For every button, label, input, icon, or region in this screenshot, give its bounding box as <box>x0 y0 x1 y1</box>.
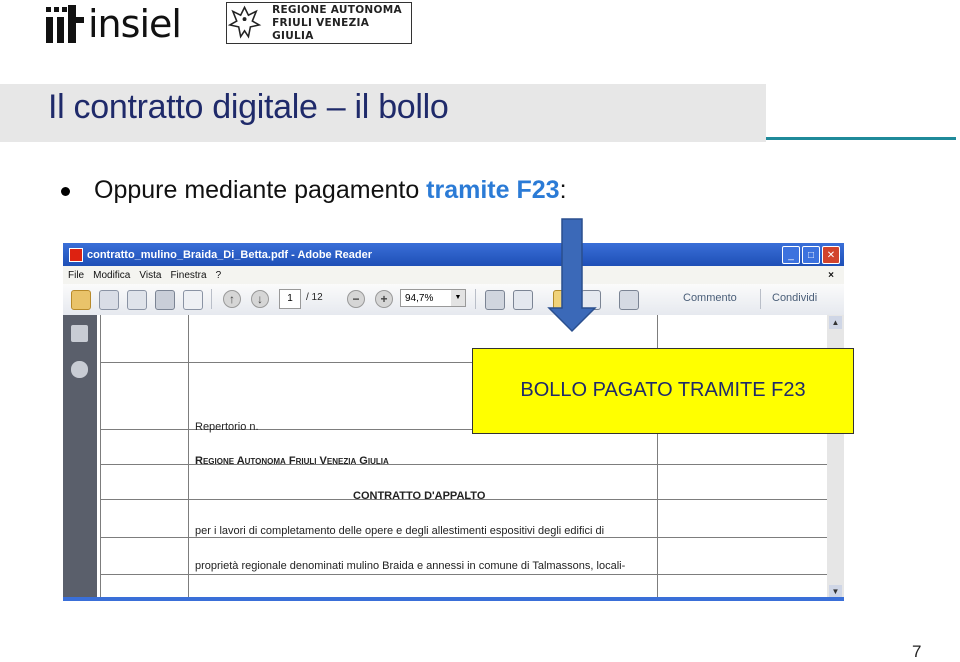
eagle-emblem-icon <box>227 5 262 39</box>
bollo-callout: BOLLO PAGATO TRAMITE F23 <box>472 348 854 434</box>
regione-logo-line1: REGIONE AUTONOMA <box>272 3 402 16</box>
reader-toolbar: ↑ ↓ 1 / 12 − + 94,7% ▼ Commento Condividi <box>63 284 844 316</box>
fit-width-icon[interactable] <box>513 290 533 310</box>
next-page-icon[interactable]: ↓ <box>251 290 269 308</box>
navigation-panel <box>63 315 97 601</box>
minimize-icon[interactable]: _ <box>782 246 800 264</box>
scroll-up-icon[interactable]: ▲ <box>829 316 842 329</box>
doc-contratto: CONTRATTO D'APPALTO <box>353 490 486 502</box>
chevron-down-icon[interactable]: ▼ <box>451 290 465 306</box>
insiel-wordmark: insiel <box>88 2 182 46</box>
reader-window-title: contratto_mulino_Braida_Di_Betta.pdf - A… <box>87 248 373 261</box>
doc-repertorio: Repertorio n. <box>195 421 259 433</box>
bullet-dot-icon <box>61 187 70 196</box>
zoom-level-value: 94,7% <box>405 293 434 304</box>
reader-titlebar: contratto_mulino_Braida_Di_Betta.pdf - A… <box>63 243 844 266</box>
bullet-prefix: Oppure mediante pagamento <box>94 176 427 204</box>
zoom-level-select[interactable]: 94,7% ▼ <box>400 289 466 307</box>
share-panel-link[interactable]: Condividi <box>772 292 817 304</box>
doc-line-1: per i lavori di completamento delle oper… <box>195 525 605 537</box>
regione-fvg-logo: REGIONE AUTONOMA FRIULI VENEZIA GIULIA <box>226 2 412 44</box>
title-accent-rule <box>766 137 956 140</box>
zoom-out-icon[interactable]: − <box>347 290 365 308</box>
document-close-icon[interactable]: × <box>828 270 834 281</box>
slide-page-number: 7 <box>912 642 922 661</box>
expand-icon[interactable] <box>619 290 639 310</box>
reader-menubar: File Modifica Vista Finestra ? × <box>63 266 844 284</box>
menu-vista[interactable]: Vista <box>139 270 161 281</box>
menu-modifica[interactable]: Modifica <box>93 270 130 281</box>
page-number-input[interactable]: 1 <box>279 289 301 309</box>
comment-panel-link[interactable]: Commento <box>683 292 737 304</box>
menu-help[interactable]: ? <box>216 270 222 281</box>
previous-page-icon[interactable]: ↑ <box>223 290 241 308</box>
pdf-file-icon <box>69 247 83 262</box>
close-icon[interactable]: ✕ <box>822 246 840 264</box>
slide-title: Il contratto digitale – il bollo <box>48 88 449 126</box>
page-thumbnails-icon[interactable] <box>71 325 88 342</box>
attachments-icon[interactable] <box>71 361 88 378</box>
page-total: / 12 <box>306 292 323 303</box>
down-arrow-icon <box>547 218 597 333</box>
menu-finestra[interactable]: Finestra <box>170 270 206 281</box>
menu-file[interactable]: File <box>68 270 84 281</box>
fit-page-icon[interactable] <box>485 290 505 310</box>
maximize-icon[interactable]: □ <box>802 246 820 264</box>
print-icon[interactable] <box>155 290 175 310</box>
insiel-logo: insiel <box>44 2 182 46</box>
open-icon[interactable] <box>99 290 119 310</box>
reader-bottom-edge <box>63 597 844 601</box>
email-icon[interactable] <box>183 290 203 310</box>
bullet-highlight: tramite F23 <box>426 176 560 204</box>
insiel-mark-icon <box>44 5 86 43</box>
doc-line-2: proprietà regionale denominati mulino Br… <box>195 560 626 572</box>
bullet-text: Oppure mediante pagamento tramite F23: <box>94 176 567 205</box>
callout-text: BOLLO PAGATO TRAMITE F23 <box>520 379 806 401</box>
save-icon[interactable] <box>127 290 147 310</box>
regione-logo-line2: FRIULI VENEZIA GIULIA <box>272 16 370 42</box>
bullet-suffix: : <box>559 176 567 204</box>
doc-regione: Regione Autonoma Friuli Venezia Giulia <box>195 455 389 467</box>
create-pdf-icon[interactable] <box>71 290 91 310</box>
zoom-in-icon[interactable]: + <box>375 290 393 308</box>
